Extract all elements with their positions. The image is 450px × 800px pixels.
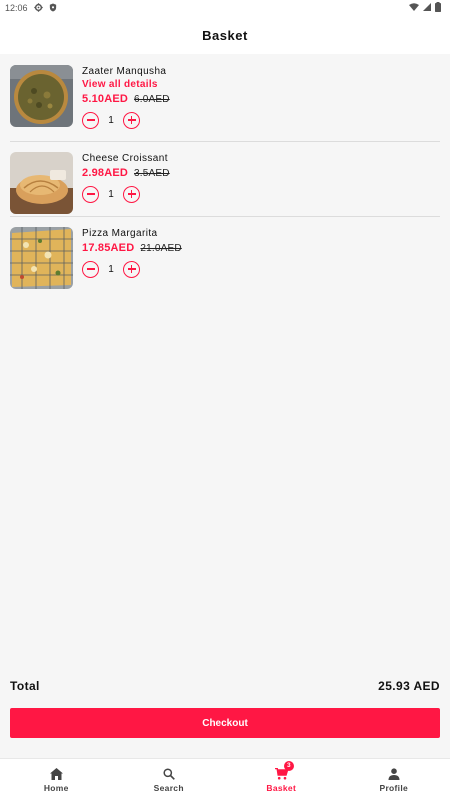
item-info: Pizza Margarita 17.85AED 21.0AED 1 — [82, 227, 182, 278]
battery-icon — [435, 2, 441, 14]
item-name: Pizza Margarita — [82, 228, 158, 239]
quantity-stepper: 1 — [82, 260, 182, 278]
app-header: Basket — [0, 16, 450, 54]
quantity-stepper: 1 — [82, 185, 170, 203]
minus-icon — [86, 119, 95, 121]
basket-item[interactable]: Cheese Croissant 2.98AED 3.5AED 1 — [10, 142, 440, 217]
pizza-margarita-image — [10, 227, 73, 289]
status-right — [409, 2, 441, 14]
nav-item-profile[interactable]: Profile — [338, 759, 450, 800]
total-label: Total — [10, 679, 40, 693]
increase-quantity-button[interactable] — [123, 185, 140, 203]
item-info: Cheese Croissant 2.98AED 3.5AED 1 — [82, 152, 170, 203]
signal-icon — [423, 3, 431, 13]
decrease-quantity-button[interactable] — [82, 260, 99, 278]
shield-icon — [49, 2, 57, 14]
price-row: 5.10AED 6.0AED — [82, 93, 170, 108]
decrease-quantity-button[interactable] — [82, 111, 99, 129]
home-icon — [49, 767, 63, 781]
minus-icon — [86, 193, 95, 195]
bottom-nav: Home Search 3 Basket Profile — [0, 758, 450, 800]
quantity-value: 1 — [108, 263, 114, 275]
zaater-manqusha-image — [10, 65, 73, 127]
basket-item[interactable]: Zaater Manqusha View all details 5.10AED… — [10, 56, 440, 142]
price-row: 17.85AED 21.0AED — [82, 242, 182, 257]
basket-item[interactable]: Pizza Margarita 17.85AED 21.0AED 1 — [10, 217, 440, 299]
item-old-price: 6.0AED — [134, 94, 170, 105]
item-name: Zaater Manqusha — [82, 66, 167, 77]
increase-quantity-button[interactable] — [123, 111, 140, 129]
item-old-price: 3.5AED — [134, 168, 170, 179]
nav-label: Basket — [266, 782, 297, 793]
cheese-croissant-image — [10, 152, 73, 214]
quantity-stepper: 1 — [82, 111, 170, 129]
status-left: 12:06 — [5, 2, 57, 14]
quantity-value: 1 — [108, 114, 114, 126]
item-price: 5.10AED — [82, 93, 129, 105]
checkout-button[interactable]: Checkout — [10, 708, 440, 738]
item-info: Zaater Manqusha View all details 5.10AED… — [82, 65, 170, 129]
nav-item-basket[interactable]: 3 Basket — [225, 759, 338, 800]
person-icon — [388, 767, 400, 781]
view-all-details-link[interactable]: View all details — [82, 78, 170, 91]
page-title: Basket — [202, 27, 248, 43]
item-old-price: 21.0AED — [140, 243, 182, 254]
wifi-icon — [409, 3, 419, 13]
total-row: Total 25.93 AED — [10, 676, 440, 696]
nav-label: Home — [43, 782, 69, 793]
item-price: 17.85AED — [82, 242, 135, 254]
decrease-quantity-button[interactable] — [82, 185, 99, 203]
increase-quantity-button[interactable] — [123, 260, 140, 278]
status-bar: 12:06 — [0, 0, 450, 16]
cart-icon: 3 — [274, 760, 294, 781]
nav-item-home[interactable]: Home — [0, 759, 113, 800]
minus-icon — [86, 268, 95, 270]
quantity-value: 1 — [108, 188, 114, 200]
cart-count-badge: 3 — [283, 760, 294, 771]
basket-list: Zaater Manqusha View all details 5.10AED… — [10, 56, 440, 299]
search-icon — [163, 767, 175, 781]
settings-icon — [33, 2, 43, 14]
price-row: 2.98AED 3.5AED — [82, 167, 170, 182]
total-value: 25.93 AED — [378, 679, 440, 693]
status-time: 12:06 — [5, 3, 28, 13]
item-name: Cheese Croissant — [82, 153, 168, 164]
item-price: 2.98AED — [82, 167, 129, 179]
nav-item-search[interactable]: Search — [113, 759, 226, 800]
nav-label: Search — [153, 782, 184, 793]
nav-label: Profile — [379, 782, 409, 793]
